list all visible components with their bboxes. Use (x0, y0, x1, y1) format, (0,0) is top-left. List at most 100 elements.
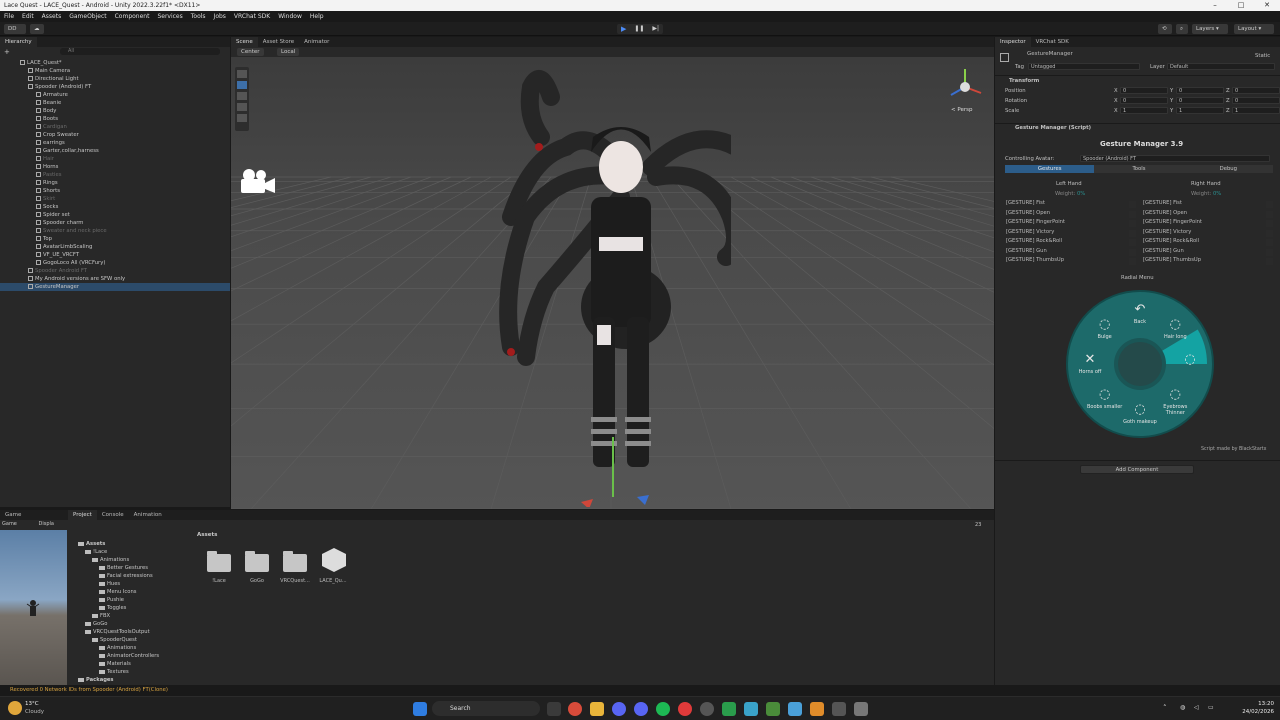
asset-label[interactable]: !Lace (199, 578, 239, 584)
project-folder[interactable]: Packages (70, 676, 190, 684)
menu-file[interactable]: File (4, 11, 14, 22)
folder-icon[interactable] (245, 551, 269, 572)
history-icon[interactable]: ⟲ (1158, 24, 1172, 34)
hierarchy-item[interactable]: Skirt (0, 195, 230, 203)
hierarchy-item[interactable]: Spider set (0, 211, 230, 219)
hierarchy-item[interactable]: GogoLoco All (VRCFury) (0, 259, 230, 267)
discord-icon[interactable] (612, 702, 626, 716)
file-explorer-icon[interactable] (590, 702, 604, 716)
tab-scene[interactable]: Scene (231, 37, 258, 47)
hierarchy-item[interactable]: Rings (0, 179, 230, 187)
tab-console[interactable]: Console (97, 510, 129, 520)
start-icon[interactable] (413, 702, 427, 716)
project-folder[interactable]: Animations (70, 644, 190, 652)
gesture-slot[interactable] (1266, 229, 1273, 237)
spotify-icon[interactable] (656, 702, 670, 716)
hierarchy-item[interactable]: Spooder Android FT (0, 267, 230, 275)
vscode-icon[interactable] (744, 702, 758, 716)
app-blue-icon[interactable] (788, 702, 802, 716)
hierarchy-item[interactable]: Crop Sweater (0, 131, 230, 139)
task-view-icon[interactable] (547, 702, 561, 716)
unity-icon[interactable] (854, 702, 868, 716)
pause-button[interactable]: ❚❚ (634, 24, 644, 34)
static-toggle[interactable]: Static (1255, 53, 1270, 59)
menu-services[interactable]: Services (157, 11, 182, 22)
play-button[interactable]: ▶ (621, 24, 626, 34)
avatar-model[interactable] (471, 57, 731, 507)
unity-scene-icon[interactable] (322, 548, 346, 572)
transform-scale-x-field[interactable]: 1 (1120, 107, 1168, 114)
hierarchy-item[interactable]: Horns (0, 163, 230, 171)
hierarchy-item[interactable]: Beanie (0, 99, 230, 107)
radial-item-label[interactable]: Eyebrows Thinner (1153, 404, 1197, 416)
transform-header[interactable]: Transform (1009, 78, 1039, 84)
transform-rotation-z-field[interactable]: 0 (1232, 97, 1280, 104)
display-dropdown[interactable]: Displa (38, 521, 53, 527)
menu-assets[interactable]: Assets (42, 11, 62, 22)
hierarchy-item[interactable]: Sweater and neck piece (0, 227, 230, 235)
right-gesture-item[interactable]: [GESTURE] Open (1143, 210, 1187, 216)
tab-asset-store[interactable]: Asset Store (258, 37, 299, 47)
hierarchy-item[interactable]: Spooder (Android) FT (0, 83, 230, 91)
project-folder[interactable]: Pushie (70, 596, 190, 604)
menu-vrchat-sdk[interactable]: VRChat SDK (234, 11, 270, 22)
menu-edit[interactable]: Edit (22, 11, 34, 22)
space-dropdown[interactable]: Local (277, 48, 300, 56)
layers-dropdown[interactable]: Layers ▾ (1192, 24, 1228, 34)
move-tool-icon[interactable] (237, 81, 247, 89)
toggle-icon[interactable]: ◌ (1167, 387, 1183, 403)
add-component-button[interactable]: Add Component (1080, 465, 1194, 474)
hierarchy-item[interactable]: AvatarLimbScaling (0, 243, 230, 251)
scale-tool-icon[interactable] (237, 103, 247, 111)
hierarchy-item[interactable]: Shorts (0, 187, 230, 195)
tab-animator[interactable]: Animator (299, 37, 334, 47)
right-gesture-item[interactable]: [GESTURE] Gun (1143, 248, 1184, 254)
left-gesture-item[interactable]: [GESTURE] Gun (1006, 248, 1047, 254)
steam-icon[interactable] (700, 702, 714, 716)
toggle-icon[interactable]: ◌ (1167, 317, 1183, 333)
toggle-icon[interactable]: ◌ (1182, 352, 1198, 368)
tab-animation[interactable]: Animation (129, 510, 167, 520)
left-gesture-item[interactable]: [GESTURE] Fist (1006, 200, 1045, 206)
gesture-slot[interactable] (1129, 229, 1136, 237)
tab-project[interactable]: Project (68, 510, 97, 520)
radial-item-label[interactable]: Bulge (1083, 334, 1127, 340)
object-name-field[interactable]: GestureManager (1025, 51, 1225, 58)
transform-position-y-field[interactable]: 0 (1176, 87, 1224, 94)
project-folder[interactable]: FBX (70, 612, 190, 620)
project-folder[interactable]: Textures (70, 668, 190, 676)
gesture-slot[interactable] (1129, 210, 1136, 218)
weather-text[interactable]: Cloudy (25, 709, 44, 715)
toggle-icon[interactable]: ◌ (1097, 387, 1113, 403)
project-folder[interactable]: Better Gestures (70, 564, 190, 572)
assets-breadcrumb[interactable]: Assets (197, 532, 217, 538)
project-folder[interactable]: VRCQuestToolsOutput (70, 628, 190, 636)
project-folder[interactable]: Menu Icons (70, 588, 190, 596)
gesture-slot[interactable] (1266, 201, 1273, 208)
project-folder[interactable]: SpooderQuest (70, 636, 190, 644)
project-folder[interactable]: Animations (70, 556, 190, 564)
radial-item-label[interactable]: Horns off (1068, 369, 1112, 375)
cloud-icon[interactable]: ☁ (30, 24, 44, 34)
gm-tab-debug[interactable]: Debug (1183, 165, 1273, 173)
back-arrow-icon[interactable]: ↶ (1132, 302, 1148, 318)
radial-item-label[interactable]: Hair long (1153, 334, 1197, 340)
right-gesture-item[interactable]: [GESTURE] FingerPoint (1143, 219, 1202, 225)
step-button[interactable]: ▶| (652, 24, 659, 34)
right-gesture-item[interactable]: [GESTURE] Victory (1143, 229, 1191, 235)
hierarchy-item[interactable]: My Android versions are SFW only (0, 275, 230, 283)
left-gesture-item[interactable]: [GESTURE] FingerPoint (1006, 219, 1065, 225)
hierarchy-item[interactable]: Hair (0, 155, 230, 163)
status-message[interactable]: Recovered 0 Network IDs from Spooder (An… (10, 687, 168, 693)
left-gesture-item[interactable]: [GESTURE] Open (1006, 210, 1050, 216)
gesture-slot[interactable] (1266, 220, 1273, 227)
volume-icon[interactable]: ◁ (1194, 704, 1199, 711)
hierarchy-item[interactable]: Spooder charm (0, 219, 230, 227)
app-pt-icon[interactable] (722, 702, 736, 716)
maximize-button[interactable]: □ (1228, 0, 1254, 11)
game-view[interactable] (0, 530, 67, 685)
radial-item-label[interactable]: Back (1118, 319, 1162, 325)
hierarchy-item[interactable]: Armature (0, 91, 230, 99)
gesture-slot[interactable] (1266, 239, 1273, 246)
clock-date[interactable]: 24/02/2026 (1236, 709, 1274, 715)
